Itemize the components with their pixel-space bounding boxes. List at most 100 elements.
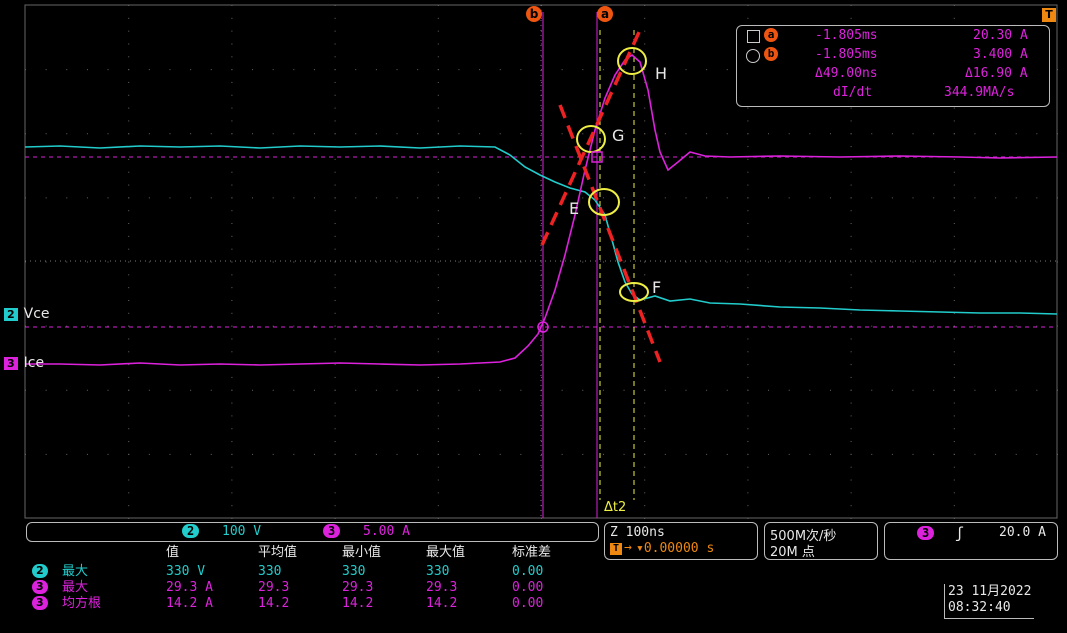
grid-dot: [829, 133, 831, 135]
grid-dot: [210, 389, 212, 391]
grid-dot: [128, 56, 130, 58]
grid-dot: [850, 351, 852, 353]
grid-dot: [933, 197, 935, 199]
grid-dot: [602, 389, 604, 391]
grid-dot: [128, 492, 130, 494]
grid-dot: [148, 133, 150, 135]
grid-dot: [706, 453, 708, 455]
grid-dot: [685, 453, 687, 455]
grid-dot: [66, 389, 68, 391]
grid-dot: [458, 453, 460, 455]
measurement-table: 值 平均值 最小值 最大值 标准差 2 最大 330 V 330 330 330 0.00 3 最大 29…: [26, 543, 597, 627]
measurement-channel-badge: 2: [32, 564, 48, 578]
grid-dot: [334, 17, 336, 19]
grid-dot: [1036, 453, 1038, 455]
grid-dot: [25, 325, 26, 327]
grid-dot: [417, 69, 419, 71]
grid-dot: [706, 325, 708, 327]
grid-dot: [871, 325, 873, 327]
grid-dot: [437, 312, 439, 314]
channel-scale-bar[interactable]: 2 100 V 3 5.00 A: [26, 522, 599, 542]
grid-dot: [747, 325, 749, 327]
grid-dot: [953, 171, 955, 173]
ch2-ground-marker[interactable]: 2 Vce: [4, 306, 50, 322]
label-dt2: Δt2: [604, 500, 627, 515]
grid-dot: [128, 133, 130, 135]
grid-dot: [1057, 69, 1058, 71]
grid-dot: [190, 197, 192, 199]
grid-dot: [1057, 325, 1058, 327]
grid-dot: [499, 261, 501, 263]
grid-dot: [437, 69, 439, 71]
grid-dot: [747, 466, 749, 468]
grid-dot: [190, 325, 192, 327]
grid-dot: [664, 453, 666, 455]
ch3-scale: 5.00 A: [363, 524, 410, 539]
grid-dot: [1057, 197, 1058, 199]
measurement-min: 330: [342, 564, 366, 579]
grid-dot: [210, 261, 212, 263]
grid-dot: [45, 261, 47, 263]
grid-dot: [602, 197, 604, 199]
timebase-panel[interactable]: Z 100ns T → ▾0.00000 s: [604, 522, 758, 560]
cursor-b-tag[interactable]: b: [526, 6, 542, 22]
ch3-ground-marker[interactable]: 3 Ice: [4, 355, 44, 371]
grid-dot: [396, 69, 398, 71]
grid-dot: [231, 248, 233, 250]
grid-dot: [1036, 133, 1038, 135]
grid-dot: [829, 389, 831, 391]
grid-dot: [148, 197, 150, 199]
grid-dot: [231, 492, 233, 494]
grid-dot: [1036, 197, 1038, 199]
grid-dot: [933, 389, 935, 391]
grid-dot: [953, 261, 955, 263]
grid-dot: [747, 338, 749, 340]
grid-dot: [953, 235, 955, 237]
grid-dot: [974, 197, 976, 199]
grid-dot: [623, 389, 625, 391]
grid-dot: [128, 351, 130, 353]
trigger-position-icon: T: [610, 543, 622, 555]
grid-dot: [375, 197, 377, 199]
grid-dot: [355, 389, 357, 391]
grid-dot: [334, 505, 336, 507]
ch3-number: 3: [4, 356, 18, 370]
grid-dot: [747, 5, 749, 6]
grid-dot: [541, 402, 542, 404]
grid-dot: [850, 325, 852, 327]
grid-dot: [541, 364, 542, 366]
record-length: 20M 点: [770, 545, 815, 560]
grid-dot: [252, 261, 254, 263]
grid-dot: [355, 453, 357, 455]
cursor-a-tag[interactable]: a: [597, 6, 613, 22]
grid-dot: [334, 235, 336, 237]
grid-dot: [396, 325, 398, 327]
grid-dot: [334, 287, 336, 289]
grid-dot: [953, 376, 955, 378]
grid-dot: [685, 389, 687, 391]
grid-dot: [334, 81, 336, 83]
grid-dot: [458, 133, 460, 135]
grid-dot: [437, 441, 439, 443]
grid-dot: [644, 184, 646, 186]
grid-dot: [334, 158, 336, 160]
grid-dot: [664, 197, 666, 199]
measurement-mean: 330: [258, 564, 282, 579]
trigger-panel[interactable]: 3 ʃ 20.0 A: [884, 522, 1058, 560]
grid-dot: [644, 389, 646, 391]
grid-dot: [128, 312, 130, 314]
grid-dot: [541, 441, 542, 443]
grid-dot: [437, 466, 439, 468]
grid-dot: [726, 453, 728, 455]
grid-dot: [644, 376, 646, 378]
measurement-header: 最大值: [426, 545, 466, 560]
grid-dot: [499, 197, 501, 199]
grid-dot: [396, 133, 398, 135]
trigger-position-tag[interactable]: T: [1042, 8, 1056, 22]
grid-dot: [768, 389, 770, 391]
grid-dot: [850, 312, 852, 314]
grid-dot: [417, 325, 419, 327]
grid-dot: [231, 171, 233, 173]
acquisition-panel[interactable]: 500M次/秒 20M 点: [764, 522, 878, 560]
grid-dot: [541, 248, 542, 250]
